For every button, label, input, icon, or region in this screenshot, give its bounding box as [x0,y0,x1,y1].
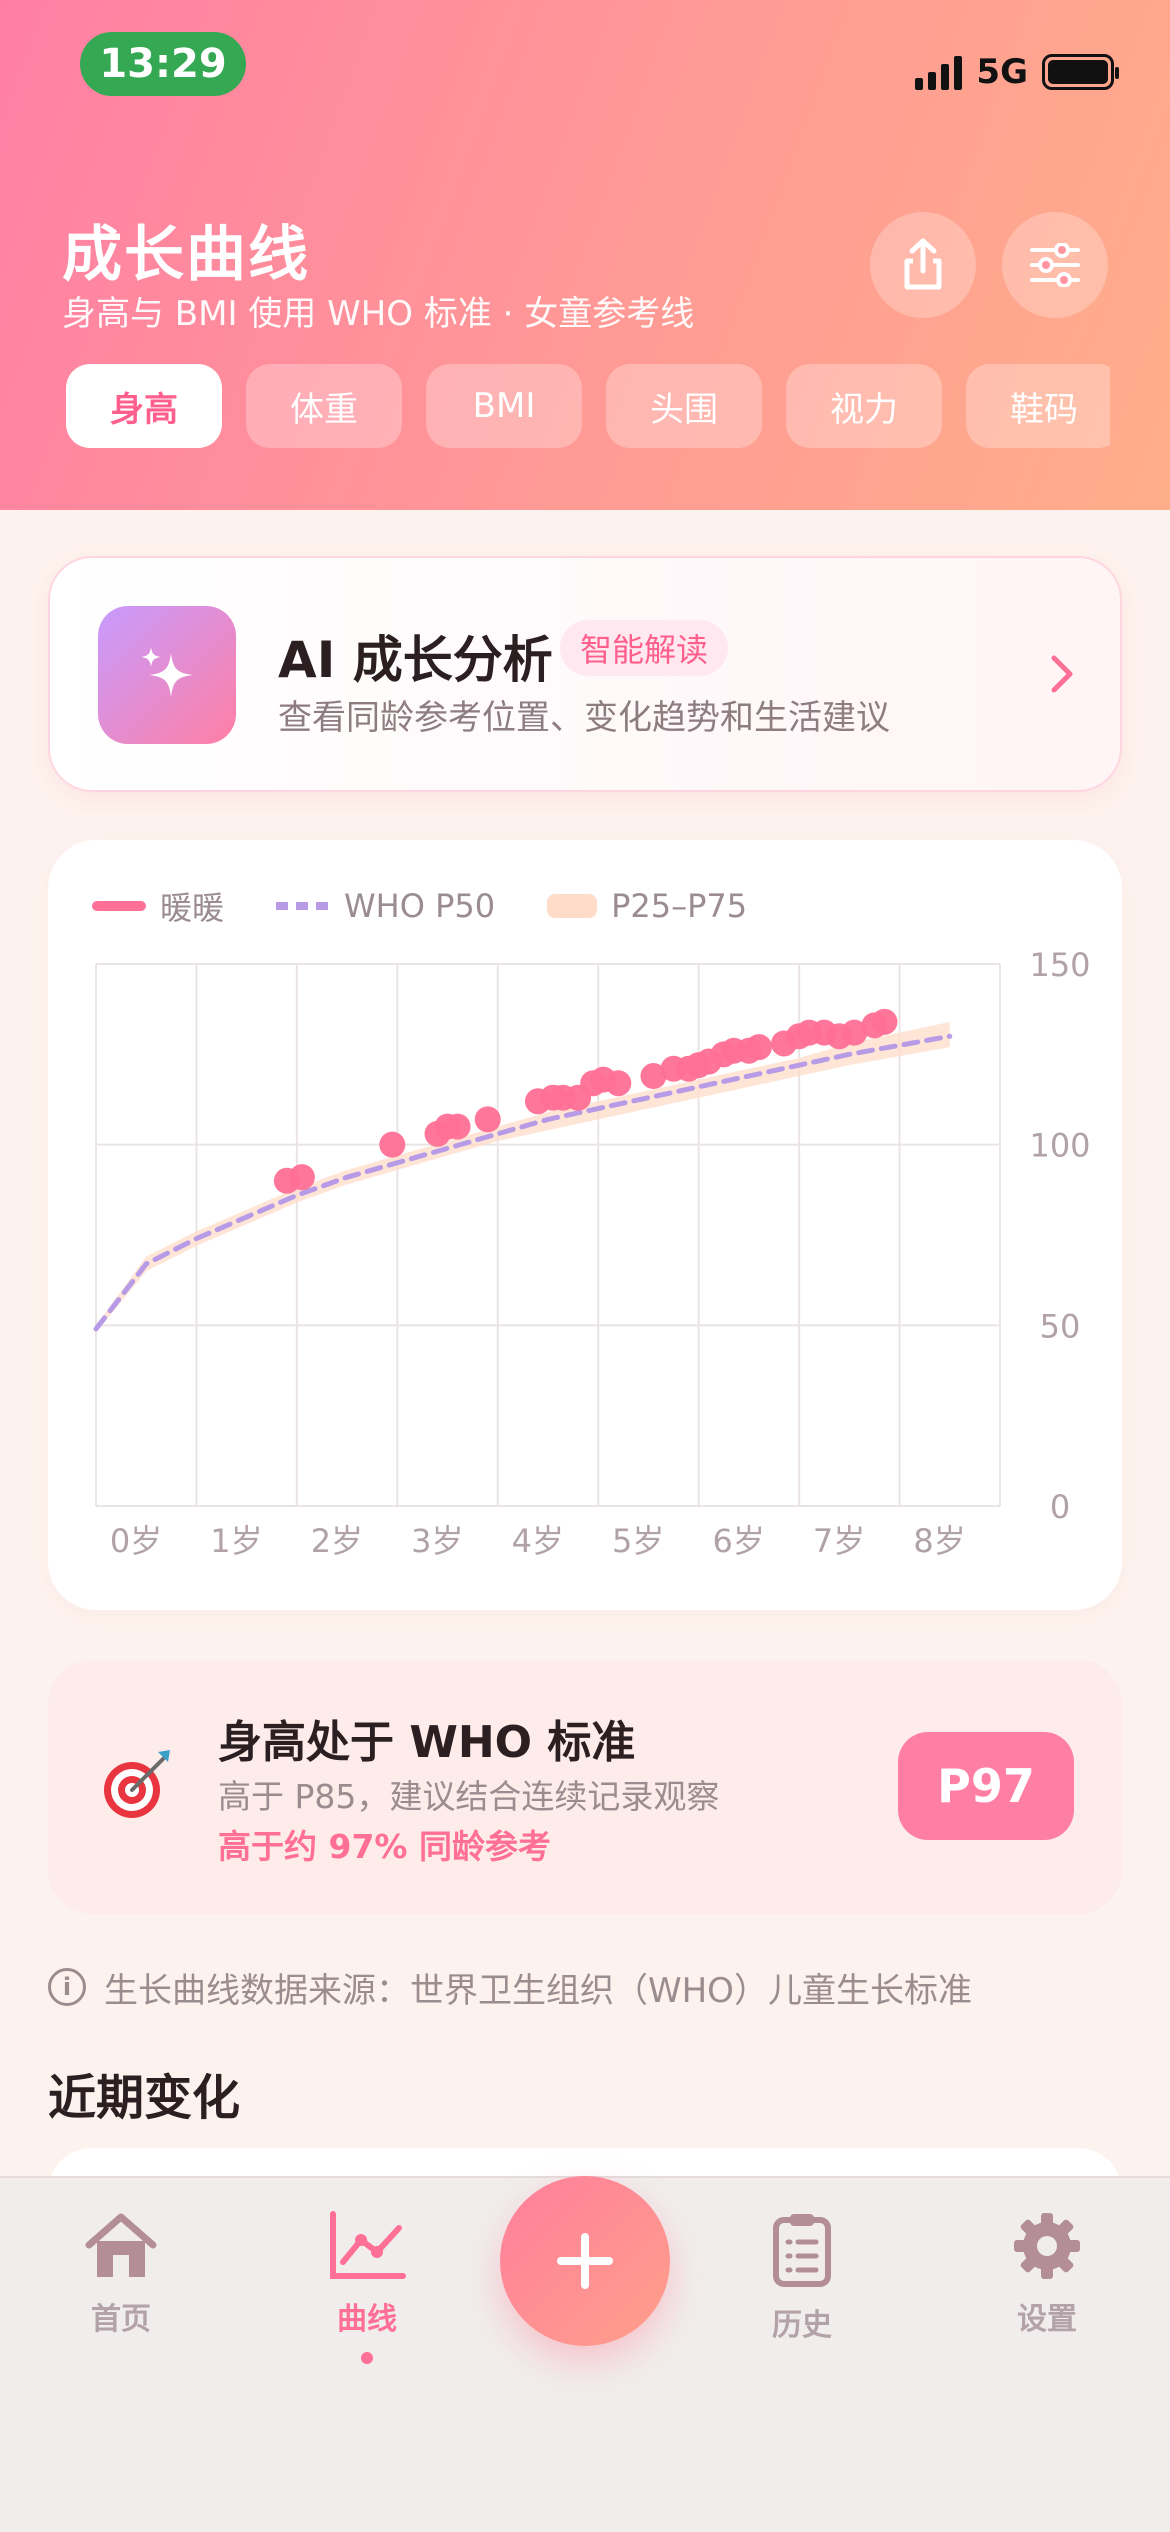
status-title: 身高处于 WHO 标准 [218,1717,636,1768]
sliders-icon [1030,243,1080,287]
tab-head-circumference[interactable]: 头围 [606,364,762,448]
child-data-point [745,1034,772,1061]
x-tick-label: 6岁 [712,1522,764,1560]
page-subtitle: 身高与 BMI 使用 WHO 标准 · 女童参考线 [62,294,695,334]
filter-button[interactable] [1002,212,1108,318]
tab-vision[interactable]: 视力 [786,364,942,448]
x-tick-label: 1岁 [210,1522,262,1560]
x-tick-label: 0岁 [110,1522,162,1560]
nav-label-chart: 曲线 [337,2302,397,2337]
child-data-point [474,1106,501,1133]
growth-chart: 0 50 100 150 0岁 1岁 2岁 3岁 4岁 5岁 6岁 7岁 8岁 [93,946,1091,1560]
child-data-point [379,1131,406,1158]
who-p50-line [93,1033,953,1332]
nav-label-history: 历史 [772,2308,832,2343]
info-icon: i [48,1968,86,2006]
recent-changes-title: 近期变化 [48,2070,241,2126]
child-data-point [871,1008,898,1035]
data-source-note: i 生长曲线数据来源：世界卫生组织（WHO）儿童生长标准 [48,1962,972,2012]
nav-item-settings[interactable]: 设置 [967,2206,1127,2338]
percentile-status-card: 身高处于 WHO 标准 高于 P85，建议结合连续记录观察 高于约 97% 同龄… [48,1660,1122,1914]
child-data-point [444,1113,471,1140]
ai-card-description: 查看同龄参考位置、变化趋势和生活建议 [278,698,890,738]
x-tick-label: 3岁 [411,1522,463,1560]
nav-item-history[interactable]: 历史 [722,2206,882,2344]
ai-card-badge: 智能解读 [560,620,729,676]
nav-label-settings: 设置 [1017,2302,1077,2337]
x-tick-label: 4岁 [512,1522,564,1560]
ai-card-title: AI 成长分析 [278,631,553,689]
status-time: 13:29 [80,32,246,96]
network-label: 5G [976,52,1028,92]
plus-icon [557,2233,613,2289]
battery-icon [1042,54,1119,90]
nav-item-home[interactable]: 首页 [41,2206,201,2338]
data-source-text: 生长曲线数据来源：世界卫生组织（WHO）儿童生长标准 [104,1970,972,2011]
clipboard-icon [773,2214,831,2287]
percentile-badge: P97 [898,1732,1074,1840]
x-tick-label: 8岁 [913,1522,965,1560]
status-indicators: 5G [915,48,1119,96]
add-record-button[interactable] [500,2176,670,2346]
status-emphasis: 高于约 97% 同龄参考 [218,1827,551,1866]
target-icon [104,1750,170,1818]
share-button[interactable] [870,212,976,318]
growth-chart-card: 暖暖 WHO P50 P25–P75 0 50 100 150 0岁 1岁 2岁 3岁 4岁 5岁… [48,840,1122,1610]
chevron-right-icon [1051,655,1073,693]
child-data-point [288,1164,315,1191]
share-icon [904,238,942,290]
x-tick-label: 7岁 [813,1522,865,1560]
active-indicator [361,2352,373,2364]
y-tick-label: 100 [1029,1127,1090,1165]
tab-bmi[interactable]: BMI [426,364,582,448]
home-icon [85,2213,157,2277]
child-data-point [605,1070,632,1097]
nav-item-chart[interactable]: 曲线 [287,2206,447,2364]
nav-label-home: 首页 [91,2302,151,2337]
status-subtitle: 高于 P85，建议结合连续记录观察 [218,1777,720,1816]
y-tick-label: 0 [1050,1488,1070,1526]
sparkle-icon [98,606,236,744]
y-tick-label: 150 [1029,946,1090,984]
tab-height[interactable]: 身高 [66,364,222,448]
x-tick-label: 2岁 [311,1522,363,1560]
signal-icon [915,54,963,90]
ai-analysis-card[interactable]: AI 成长分析 智能解读 查看同龄参考位置、变化趋势和生活建议 [48,556,1122,792]
p25-p75-band [96,1021,950,1333]
header: 13:29 5G 成长曲线 身高与 BMI 使用 WHO 标准 · 女童参考线 … [0,0,1170,510]
chart-icon [330,2211,406,2279]
tab-weight[interactable]: 体重 [246,364,402,448]
x-tick-label: 5岁 [612,1522,664,1560]
metric-tabs: 身高 体重 BMI 头围 视力 鞋码 [66,364,1110,450]
y-tick-label: 50 [1040,1307,1081,1345]
tab-shoe-size[interactable]: 鞋码 [966,364,1110,448]
gear-icon [1014,2213,1080,2279]
page-title: 成长曲线 [62,220,310,290]
